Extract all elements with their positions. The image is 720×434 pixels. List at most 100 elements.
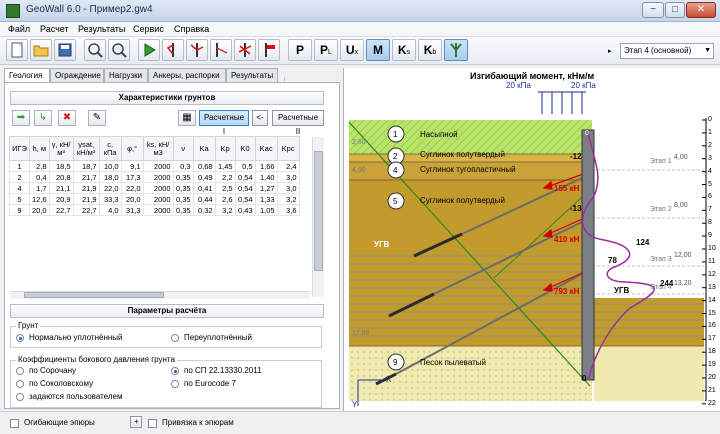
table-cell[interactable]: 0,35 <box>172 171 194 183</box>
menu-help[interactable]: Справка <box>174 24 209 34</box>
table-cell[interactable]: 18,5 <box>48 160 74 172</box>
table-cell[interactable]: 9 <box>9 204 30 216</box>
table-cell[interactable]: 33,3 <box>98 193 122 205</box>
copy-left-button[interactable]: <- <box>252 110 268 126</box>
add-row-button[interactable]: ➡ <box>12 110 30 126</box>
table-cell[interactable]: 0,35 <box>172 193 194 205</box>
table-cell[interactable]: 2000 <box>142 160 174 172</box>
table-cell[interactable]: 20,0 <box>29 204 50 216</box>
show-ks-button[interactable]: Ks <box>392 39 416 61</box>
table-cell[interactable]: 22,7 <box>48 204 74 216</box>
table-cell[interactable]: 22,0 <box>98 182 122 194</box>
user-radio[interactable] <box>16 393 24 401</box>
tab-geology[interactable]: Геология <box>4 68 50 83</box>
table-cell[interactable]: 0,44 <box>192 193 216 205</box>
sp-radio[interactable] <box>171 367 179 375</box>
menu-calc[interactable]: Расчет <box>40 24 69 34</box>
tab-fence[interactable]: Ограждение <box>50 68 104 82</box>
open-file-button[interactable] <box>30 39 52 61</box>
drawing-area[interactable]: Изгибающий момент, кНм/м 20 кПа 20 кПа 1… <box>343 68 720 411</box>
table-cell[interactable]: 4,0 <box>98 204 122 216</box>
envelopes-add-button[interactable]: + <box>130 416 142 428</box>
stage-select[interactable]: Этап 4 (основной) ▼ <box>620 43 714 59</box>
table-cell[interactable]: 10,0 <box>98 160 122 172</box>
table-cell[interactable]: 1,40 <box>254 171 278 183</box>
run-calc-button[interactable] <box>138 39 160 61</box>
diagram-button-5[interactable] <box>258 39 280 61</box>
table-row[interactable]: 9 20,0 22,7 22,7 4,0 31,3 2000 0,35 0,32 3,2 0,43 1… <box>9 204 300 216</box>
over-radio[interactable] <box>171 334 179 342</box>
table-cell[interactable]: 1,05 <box>254 204 278 216</box>
table-cell[interactable]: 2000 <box>142 182 174 194</box>
table-cell[interactable]: 0,32 <box>192 204 216 216</box>
table-cell[interactable]: 0,3 <box>172 160 194 172</box>
table-cell[interactable]: 0,35 <box>172 182 194 194</box>
table-cell[interactable]: 1,66 <box>254 160 278 172</box>
table-cell[interactable]: 1,27 <box>254 182 278 194</box>
diagram-button-1[interactable] <box>162 39 184 61</box>
show-pl-button[interactable]: PL <box>314 39 338 61</box>
table-cell[interactable]: 21,7 <box>72 171 100 183</box>
envelopes-checkbox[interactable] <box>10 419 19 428</box>
table-cell[interactable]: 4 <box>9 182 30 194</box>
table-cell[interactable]: 20,8 <box>48 171 74 183</box>
table-cell[interactable]: 3,2 <box>214 204 236 216</box>
zoom-button[interactable] <box>108 39 130 61</box>
table-cell[interactable]: 2,2 <box>214 171 236 183</box>
table-cell[interactable]: 20,0 <box>120 193 144 205</box>
insert-row-button[interactable]: ↳ <box>34 110 52 126</box>
table-cell[interactable]: 3,0 <box>276 171 300 183</box>
sorochan-radio[interactable] <box>16 367 24 375</box>
tab-anchors[interactable]: Анкеры, распорки <box>148 68 226 82</box>
table-row[interactable]: 2 0,4 20,8 21,7 18,0 17,3 2000 0,35 0,49 2,2 0,54 1… <box>9 171 300 183</box>
table-cell[interactable]: 0,43 <box>234 204 256 216</box>
table-row[interactable]: 1 2,8 18,5 18,7 10,0 9,1 2000 0,3 0,68 1,45 0,5 1,6… <box>9 160 300 172</box>
table-cell[interactable]: 0,49 <box>192 171 216 183</box>
table-cell[interactable]: 3,6 <box>276 204 300 216</box>
stability-button[interactable] <box>444 39 468 61</box>
table-cell[interactable]: 2,4 <box>276 160 300 172</box>
menu-results[interactable]: Результаты <box>78 24 125 34</box>
calc-ii-button[interactable]: Расчетные II <box>272 110 324 136</box>
table-cell[interactable]: 2,5 <box>214 182 236 194</box>
diagram-button-3[interactable] <box>210 39 232 61</box>
table-cell[interactable]: 1,45 <box>214 160 236 172</box>
save-button[interactable] <box>54 39 76 61</box>
minimize-button[interactable]: − <box>642 2 664 18</box>
close-button[interactable]: ✕ <box>686 2 716 18</box>
table-cell[interactable]: 21,9 <box>72 182 100 194</box>
table-cell[interactable]: 21,1 <box>48 182 74 194</box>
maximize-button[interactable]: □ <box>665 2 685 18</box>
edit-soil-button[interactable]: ✎ <box>88 110 106 126</box>
diagram-button-2[interactable] <box>186 39 208 61</box>
table-cell[interactable]: 2,6 <box>214 193 236 205</box>
menu-file[interactable]: Файл <box>8 24 30 34</box>
calc-i-button[interactable]: Расчетные I <box>199 110 249 136</box>
table-cell[interactable]: 0,54 <box>234 171 256 183</box>
table-cell[interactable]: 1,33 <box>254 193 278 205</box>
tab-loads[interactable]: Нагрузки <box>104 68 148 82</box>
diagram-button-4[interactable] <box>234 39 256 61</box>
table-cell[interactable]: 20,9 <box>48 193 74 205</box>
table-cell[interactable]: 0,5 <box>234 160 256 172</box>
tab-results[interactable]: Результаты <box>226 68 278 82</box>
show-ux-button[interactable]: Ux <box>340 39 364 61</box>
table-cell[interactable]: 5 <box>9 193 30 205</box>
table-cell[interactable]: 0,54 <box>234 193 256 205</box>
table-cell[interactable]: 0,35 <box>172 204 194 216</box>
table-cell[interactable]: 9,1 <box>120 160 144 172</box>
table-cell[interactable]: 2000 <box>142 171 174 183</box>
table-cell[interactable]: 22,7 <box>72 204 100 216</box>
bind-checkbox[interactable] <box>148 419 157 428</box>
table-cell[interactable]: 2000 <box>142 204 174 216</box>
table-cell[interactable]: 0,68 <box>192 160 216 172</box>
show-m-button[interactable]: M <box>366 39 390 61</box>
zoom-fit-button[interactable] <box>84 39 106 61</box>
table-cell[interactable]: 31,3 <box>120 204 144 216</box>
table-cell[interactable]: 12,6 <box>29 193 50 205</box>
table-cell[interactable]: 17,3 <box>120 171 144 183</box>
table-vscroll[interactable] <box>312 137 324 297</box>
menu-service[interactable]: Сервис <box>133 24 164 34</box>
table-cell[interactable]: 3,2 <box>276 193 300 205</box>
toolbar-overflow-icon[interactable]: ▸ <box>608 47 612 55</box>
